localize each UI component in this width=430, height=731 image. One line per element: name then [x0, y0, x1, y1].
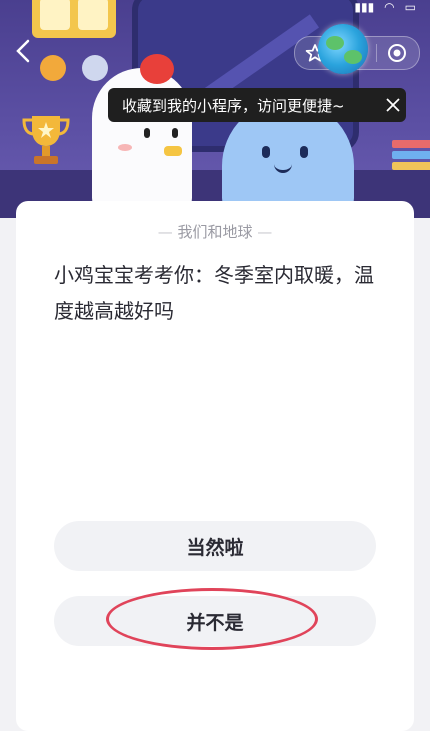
wifi-icon: ◠	[384, 0, 395, 14]
close-icon	[386, 98, 400, 112]
books-illustration	[392, 140, 430, 174]
favorite-tooltip: 收藏到我的小程序，访问更便捷~	[108, 88, 406, 122]
tooltip-close-button[interactable]	[380, 92, 406, 118]
answer-option-1[interactable]: 当然啦	[54, 521, 376, 571]
trophy-icon	[22, 116, 70, 164]
back-button[interactable]	[14, 38, 42, 66]
question-text: 小鸡宝宝考考你：冬季室内取暖，温度越高越好吗	[54, 263, 374, 323]
earth-icon	[318, 24, 368, 74]
medal-frame-illustration	[32, 0, 116, 38]
tooltip-text: 收藏到我的小程序，访问更便捷~	[122, 96, 345, 115]
highlight-ring	[106, 588, 318, 650]
quiz-card: — 我们和地球 — 小鸡宝宝考考你：冬季室内取暖，温度越高越好吗 当然啦 并不是	[16, 201, 414, 731]
gold-medal-icon	[40, 55, 66, 81]
category-label: 我们和地球	[177, 223, 253, 241]
exit-miniprogram-button[interactable]	[377, 37, 417, 69]
card-header: — 我们和地球 —	[157, 223, 273, 241]
silver-medal-icon	[82, 55, 108, 81]
signal-icon: ▮▮▮	[354, 0, 375, 14]
battery-icon: ▭	[404, 0, 416, 14]
target-circle-icon	[388, 44, 406, 62]
chevron-left-icon	[16, 39, 30, 63]
status-bar: ▮▮▮ ◠ ▭	[354, 0, 416, 14]
